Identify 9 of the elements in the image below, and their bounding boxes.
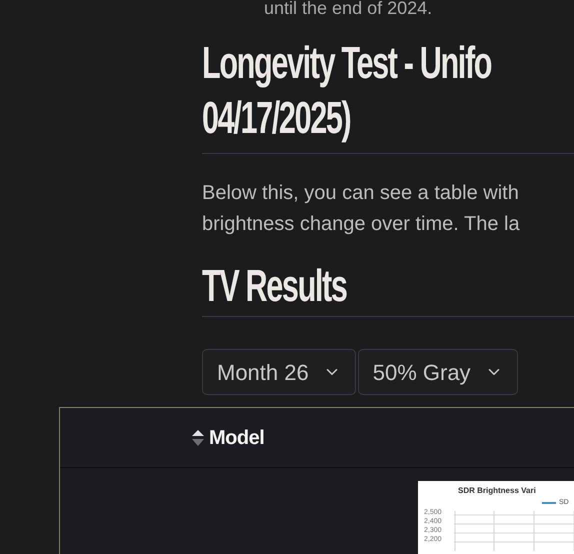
section-heading: TV Results bbox=[202, 259, 347, 313]
filter-dropdown[interactable]: Month 26 bbox=[202, 349, 356, 395]
paragraph-text: until the end of 2024. bbox=[263, 0, 432, 18]
page-heading: Longevity Test - Unifo 04/17/2025) bbox=[202, 36, 492, 145]
legend-swatch bbox=[542, 502, 556, 504]
chart-title: SDR Brightness Vari bbox=[458, 485, 536, 497]
filter-dropdown[interactable]: 50% Gray bbox=[358, 349, 518, 395]
paragraph-text: Below this, you can see a table with brightness change over time. The la bbox=[202, 181, 520, 237]
column-header[interactable]: Model bbox=[191, 422, 264, 452]
